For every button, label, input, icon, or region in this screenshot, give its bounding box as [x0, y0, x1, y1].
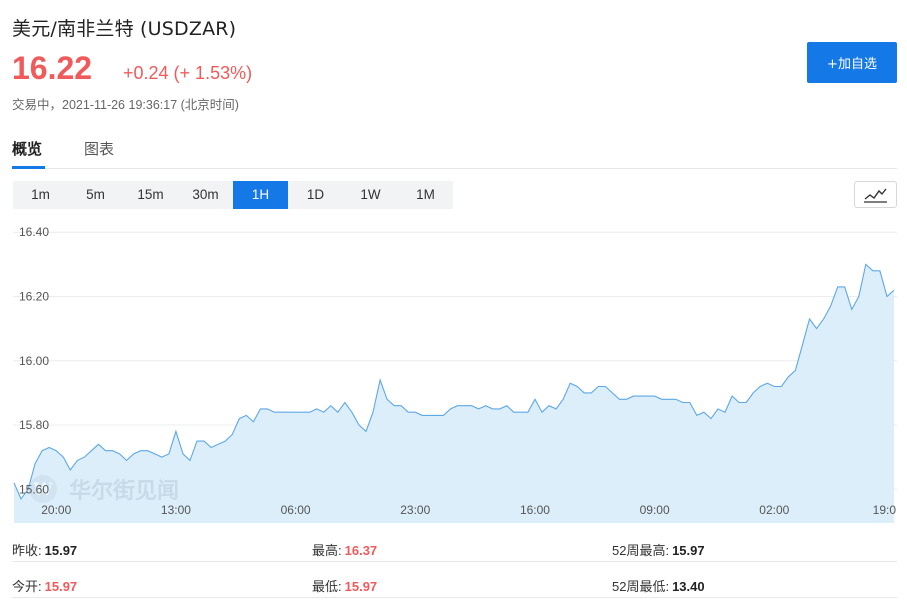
period-selector: 1m 5m 15m 30m 1H 1D 1W 1M	[13, 181, 453, 209]
period-5m[interactable]: 5m	[68, 181, 123, 209]
day-low: 最低: 15.97	[312, 579, 378, 594]
x-tick-label: 19:0	[873, 503, 897, 517]
x-tick-label: 09:00	[640, 503, 670, 517]
period-15m[interactable]: 15m	[123, 181, 178, 209]
y-tick-label: 16.20	[19, 290, 49, 304]
y-tick-label: 15.80	[19, 418, 49, 432]
day-high: 最高: 16.37	[312, 543, 378, 558]
instrument-title: 美元/南非兰特 (USDZAR)	[12, 18, 237, 40]
tab-overview[interactable]: 概览	[12, 138, 42, 159]
watermark-text: 华尔街见闻	[69, 478, 179, 504]
prev-close: 昨收: 15.97	[12, 543, 78, 558]
today-open: 今开: 15.97	[12, 579, 78, 594]
x-tick-label: 20:00	[41, 503, 71, 517]
week52-high: 52周最高: 15.97	[612, 543, 705, 558]
active-tab-indicator	[12, 166, 45, 169]
y-tick-label: 15.60	[19, 482, 49, 496]
trading-status: 交易中，2021-11-26 19:36:17 (北京时间)	[12, 98, 239, 112]
x-tick-label: 02:00	[759, 503, 789, 517]
y-tick-label: 16.00	[19, 354, 49, 368]
stats-panel: 昨收: 15.97 最高: 16.37 52周最高: 15.97 今开: 15.97 最…	[0, 530, 907, 610]
period-1w[interactable]: 1W	[343, 181, 398, 209]
price-change: +0.24 (+ 1.53%)	[123, 63, 253, 83]
stats-row-1: 昨收: 15.97 最高: 16.37 52周最高: 15.97	[12, 530, 897, 562]
tab-chart[interactable]: 图表	[84, 138, 114, 159]
stats-row-2: 今开: 15.97 最低: 15.97 52周最低: 13.40	[12, 566, 897, 598]
y-tick-label: 16.40	[19, 225, 49, 239]
line-chart-icon	[864, 188, 887, 203]
week52-low: 52周最低: 13.40	[612, 579, 705, 594]
tab-bar: 概览 图表	[12, 134, 897, 169]
x-tick-label: 13:00	[161, 503, 191, 517]
add-to-watchlist-button[interactable]: +加自选	[807, 42, 897, 83]
current-price: 16.22	[12, 50, 93, 86]
period-1mo[interactable]: 1M	[398, 181, 453, 209]
x-tick-label: 16:00	[520, 503, 550, 517]
period-1d[interactable]: 1D	[288, 181, 343, 209]
period-1h[interactable]: 1H	[233, 181, 288, 209]
price-chart[interactable]: W 华尔街见闻 16.40 16.20 16.00 15.80 15.60 20:00 1…	[13, 221, 897, 523]
x-tick-label: 06:00	[281, 503, 311, 517]
watermark-logo: W 华尔街见闻	[29, 475, 179, 504]
period-30m[interactable]: 30m	[178, 181, 233, 209]
x-tick-label: 23:00	[400, 503, 430, 517]
period-1m[interactable]: 1m	[13, 181, 68, 209]
chart-type-button[interactable]	[854, 181, 897, 208]
